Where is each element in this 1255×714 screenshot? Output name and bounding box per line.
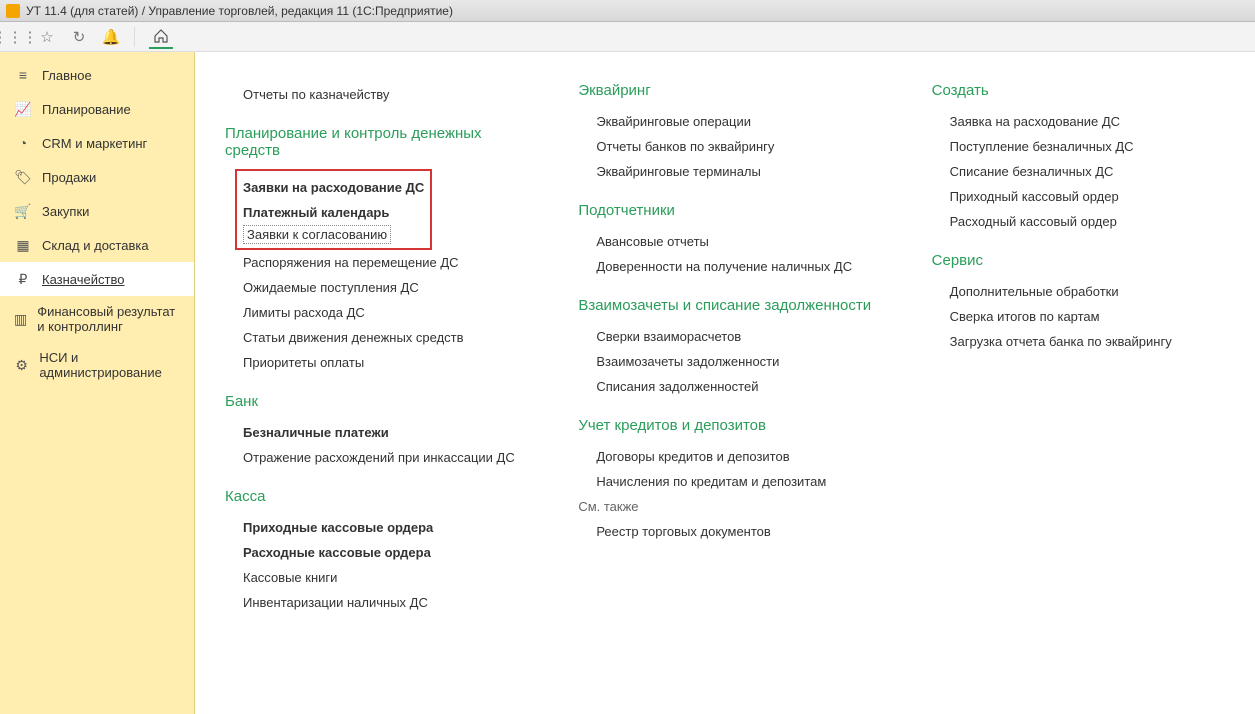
star-icon[interactable]: ☆: [38, 28, 56, 46]
tag-icon: 🏷: [14, 168, 32, 186]
sidebar-item-label: CRM и маркетинг: [42, 136, 147, 151]
ruble-icon: ₽: [14, 270, 32, 288]
cart-icon: 🛒: [14, 202, 32, 220]
sidebar-item-label: Финансовый результат и контроллинг: [37, 304, 180, 334]
section-create: Создать: [932, 82, 1235, 99]
link-cash-books[interactable]: Кассовые книги: [225, 565, 528, 590]
link-create-cash-out[interactable]: Расходный кассовый ордер: [932, 209, 1235, 234]
link-approval-requests[interactable]: Заявки к согласованию: [247, 227, 387, 242]
link-cash-poa[interactable]: Доверенности на получение наличных ДС: [578, 254, 881, 279]
link-create-spend-request[interactable]: Заявка на расходование ДС: [932, 109, 1235, 134]
link-add-processing[interactable]: Дополнительные обработки: [932, 279, 1235, 304]
link-pay-priorities[interactable]: Приоритеты оплаты: [225, 350, 528, 375]
window-title: УТ 11.4 (для статей) / Управление торгов…: [26, 4, 453, 18]
link-create-cash-in[interactable]: Приходный кассовый ордер: [932, 184, 1235, 209]
sidebar-item-sales[interactable]: 🏷 Продажи: [0, 160, 194, 194]
section-credits-deposits: Учет кредитов и депозитов: [578, 417, 881, 434]
link-acq-terminals[interactable]: Эквайринговые терминалы: [578, 159, 881, 184]
link-expected-receipts[interactable]: Ожидаемые поступления ДС: [225, 275, 528, 300]
link-trade-docs-registry[interactable]: Реестр торговых документов: [578, 519, 881, 544]
link-credit-accruals[interactable]: Начисления по кредитам и депозитам: [578, 469, 881, 494]
column-3: Создать Заявка на расходование ДС Поступ…: [932, 82, 1235, 694]
content-area: Отчеты по казначейству Планирование и ко…: [195, 52, 1255, 714]
toolbar-separator: [134, 27, 135, 47]
sidebar-item-label: НСИ и администрирование: [39, 350, 180, 380]
link-create-noncash-in[interactable]: Поступление безналичных ДС: [932, 134, 1235, 159]
link-load-acq-report[interactable]: Загрузка отчета банка по эквайрингу: [932, 329, 1235, 354]
link-acq-ops[interactable]: Эквайринговые операции: [578, 109, 881, 134]
sidebar-item-warehouse[interactable]: ▦ Склад и доставка: [0, 228, 194, 262]
main-toolbar: ⋮⋮⋮ ☆ ↻ 🔔: [0, 22, 1255, 52]
window-titlebar: УТ 11.4 (для статей) / Управление торгов…: [0, 0, 1255, 22]
column-1: Отчеты по казначейству Планирование и ко…: [225, 82, 528, 694]
link-debt-writeoffs[interactable]: Списания задолженностей: [578, 374, 881, 399]
sidebar-item-purchases[interactable]: 🛒 Закупки: [0, 194, 194, 228]
link-move-orders[interactable]: Распоряжения на перемещение ДС: [225, 250, 528, 275]
column-2: Эквайринг Эквайринговые операции Отчеты …: [578, 82, 881, 694]
section-advance-holders: Подотчетники: [578, 202, 881, 219]
boxes-icon: ▦: [14, 236, 32, 254]
link-collection-diff[interactable]: Отражение расхождений при инкассации ДС: [225, 445, 528, 470]
bell-icon[interactable]: 🔔: [102, 28, 120, 46]
sidebar-item-label: Главное: [42, 68, 92, 83]
link-debt-offsets[interactable]: Взаимозачеты задолженности: [578, 349, 881, 374]
section-acquiring: Эквайринг: [578, 82, 881, 99]
link-cash-in-orders[interactable]: Приходные кассовые ордера: [225, 515, 528, 540]
plan-icon: 📈: [14, 100, 32, 118]
sidebar-item-planning[interactable]: 📈 Планирование: [0, 92, 194, 126]
section-offsets: Взаимозачеты и списание задолженности: [578, 297, 881, 314]
home-icon: [153, 28, 169, 44]
sidebar-item-label: Склад и доставка: [42, 238, 149, 253]
bars-icon: ▥: [14, 310, 27, 328]
pie-icon: ◔: [14, 134, 32, 152]
apps-icon[interactable]: ⋮⋮⋮: [6, 28, 24, 46]
highlighted-links-box: Заявки на расходование ДС Платежный кале…: [235, 169, 432, 250]
app-icon: [6, 4, 20, 18]
history-icon[interactable]: ↻: [70, 28, 88, 46]
section-cash: Касса: [225, 488, 528, 505]
link-reconciliations[interactable]: Сверки взаиморасчетов: [578, 324, 881, 349]
sidebar-item-main[interactable]: ≡ Главное: [0, 58, 194, 92]
link-payment-calendar[interactable]: Платежный календарь: [243, 200, 424, 225]
section-planning-control: Планирование и контроль денежных средств: [225, 125, 528, 159]
link-card-totals[interactable]: Сверка итогов по картам: [932, 304, 1235, 329]
sidebar-item-treasury[interactable]: ₽ Казначейство: [0, 262, 194, 296]
sidebar-item-label: Продажи: [42, 170, 96, 185]
section-service: Сервис: [932, 252, 1235, 269]
sidebar-item-label: Планирование: [42, 102, 131, 117]
section-bank: Банк: [225, 393, 528, 410]
link-spend-requests[interactable]: Заявки на расходование ДС: [243, 175, 424, 200]
sidebar-item-label: Закупки: [42, 204, 89, 219]
gear-icon: ⚙: [14, 356, 29, 374]
link-cash-inventory[interactable]: Инвентаризации наличных ДС: [225, 590, 528, 615]
link-create-noncash-out[interactable]: Списание безналичных ДС: [932, 159, 1235, 184]
link-credit-contracts[interactable]: Договоры кредитов и депозитов: [578, 444, 881, 469]
link-noncash-payments[interactable]: Безналичные платежи: [225, 420, 528, 445]
link-cash-out-orders[interactable]: Расходные кассовые ордера: [225, 540, 528, 565]
link-advance-reports[interactable]: Авансовые отчеты: [578, 229, 881, 254]
sidebar-item-admin[interactable]: ⚙ НСИ и администрирование: [0, 342, 194, 388]
sidebar-item-finresult[interactable]: ▥ Финансовый результат и контроллинг: [0, 296, 194, 342]
link-cashflow-articles[interactable]: Статьи движения денежных средств: [225, 325, 528, 350]
sidebar-item-label: Казначейство: [42, 272, 124, 287]
sidebar-item-crm[interactable]: ◔ CRM и маркетинг: [0, 126, 194, 160]
main-area: ≡ Главное 📈 Планирование ◔ CRM и маркети…: [0, 52, 1255, 714]
link-reports-treasury[interactable]: Отчеты по казначейству: [225, 82, 528, 107]
see-also-label: См. также: [578, 494, 881, 519]
link-acq-bank-reports[interactable]: Отчеты банков по эквайрингу: [578, 134, 881, 159]
link-spend-limits[interactable]: Лимиты расхода ДС: [225, 300, 528, 325]
home-tab[interactable]: [149, 25, 173, 49]
sidebar: ≡ Главное 📈 Планирование ◔ CRM и маркети…: [0, 52, 195, 714]
menu-icon: ≡: [14, 66, 32, 84]
